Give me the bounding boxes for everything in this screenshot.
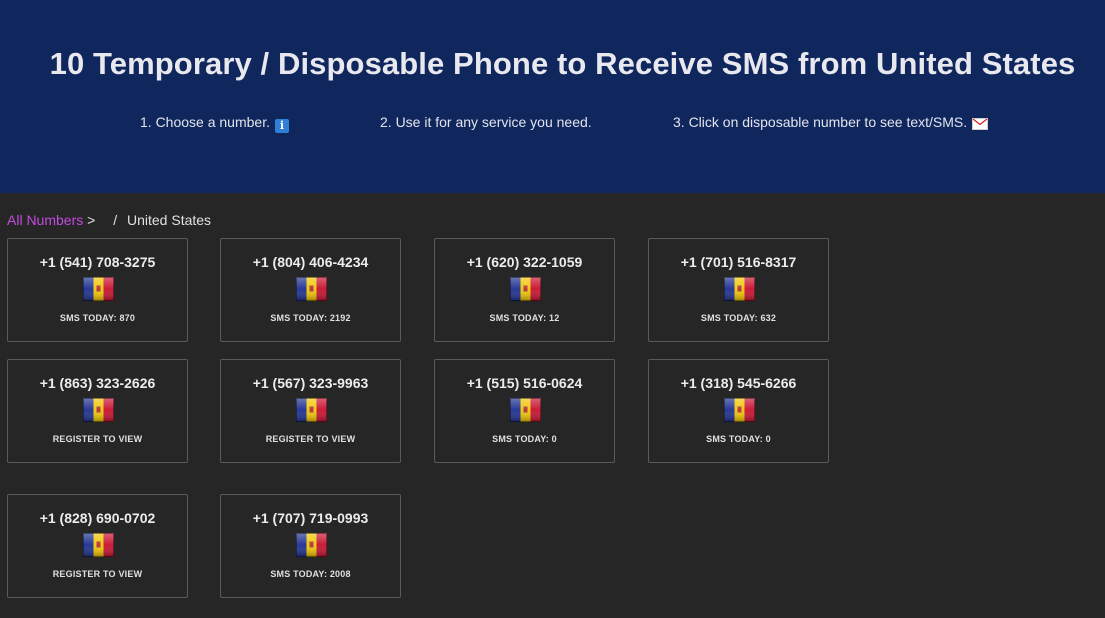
info-icon: i [274, 119, 289, 133]
breadcrumb-all-numbers-link[interactable]: All Numbers [7, 212, 83, 228]
number-card[interactable]: +1 (515) 516-0624 SMS TODAY: 0 [434, 359, 615, 463]
step-1-text: 1. Choose a number. [140, 114, 270, 130]
flag-icon [724, 277, 755, 301]
flag-icon [296, 398, 327, 422]
phone-number[interactable]: +1 (567) 323-9963 [221, 375, 400, 391]
number-card[interactable]: +1 (804) 406-4234 SMS TODAY: 2192 [220, 238, 401, 342]
sms-status: SMS TODAY: 12 [489, 313, 560, 323]
sms-status: REGISTER TO VIEW [52, 434, 143, 444]
phone-number[interactable]: +1 (804) 406-4234 [221, 254, 400, 270]
flag-icon [510, 277, 541, 301]
step-3-text: 3. Click on disposable number to see tex… [673, 114, 968, 130]
phone-number[interactable]: +1 (318) 545-6266 [649, 375, 828, 391]
sms-status: SMS TODAY: 0 [492, 434, 557, 444]
number-card[interactable]: +1 (318) 545-6266 SMS TODAY: 0 [648, 359, 829, 463]
sms-status: SMS TODAY: 632 [700, 313, 777, 323]
hero-banner: 10 Temporary / Disposable Phone to Recei… [0, 0, 1105, 193]
phone-number[interactable]: +1 (515) 516-0624 [435, 375, 614, 391]
phone-number[interactable]: +1 (863) 323-2626 [8, 375, 187, 391]
breadcrumb-divider: / [113, 212, 118, 228]
phone-number[interactable]: +1 (828) 690-0702 [8, 510, 187, 526]
flag-icon [296, 277, 327, 301]
sms-status: SMS TODAY: 2192 [270, 313, 351, 323]
breadcrumb-separator: > [87, 212, 96, 228]
number-card[interactable]: +1 (707) 719-0993 SMS TODAY: 2008 [220, 494, 401, 598]
number-card[interactable]: +1 (863) 323-2626 REGISTER TO VIEW [7, 359, 188, 463]
step-2-text: 2. Use it for any service you need. [380, 114, 592, 130]
sms-status: SMS TODAY: 870 [59, 313, 136, 323]
flag-icon [296, 533, 327, 557]
flag-icon [83, 533, 114, 557]
phone-number[interactable]: +1 (541) 708-3275 [8, 254, 187, 270]
number-card[interactable]: +1 (567) 323-9963 REGISTER TO VIEW [220, 359, 401, 463]
envelope-icon [972, 117, 989, 133]
number-card[interactable]: +1 (701) 516-8317 SMS TODAY: 632 [648, 238, 829, 342]
step-2: 2. Use it for any service you need. [380, 114, 592, 130]
sms-status: SMS TODAY: 0 [706, 434, 771, 444]
phone-number[interactable]: +1 (707) 719-0993 [221, 510, 400, 526]
step-3: 3. Click on disposable number to see tex… [673, 114, 989, 133]
flag-icon [724, 398, 755, 422]
number-card[interactable]: +1 (828) 690-0702 REGISTER TO VIEW [7, 494, 188, 598]
sms-status: REGISTER TO VIEW [265, 434, 356, 444]
flag-icon [83, 277, 114, 301]
breadcrumb-current: United States [127, 212, 212, 228]
page-title: 10 Temporary / Disposable Phone to Recei… [49, 46, 1076, 81]
phone-number[interactable]: +1 (701) 516-8317 [649, 254, 828, 270]
flag-icon [83, 398, 114, 422]
number-card[interactable]: +1 (620) 322-1059 SMS TODAY: 12 [434, 238, 615, 342]
sms-status: SMS TODAY: 2008 [270, 569, 351, 579]
number-card[interactable]: +1 (541) 708-3275 SMS TODAY: 870 [7, 238, 188, 342]
flag-icon [510, 398, 541, 422]
step-1: 1. Choose a number. i [140, 114, 289, 133]
phone-number[interactable]: +1 (620) 322-1059 [435, 254, 614, 270]
sms-status: REGISTER TO VIEW [52, 569, 143, 579]
breadcrumb: All Numbers > / United States [7, 212, 211, 228]
